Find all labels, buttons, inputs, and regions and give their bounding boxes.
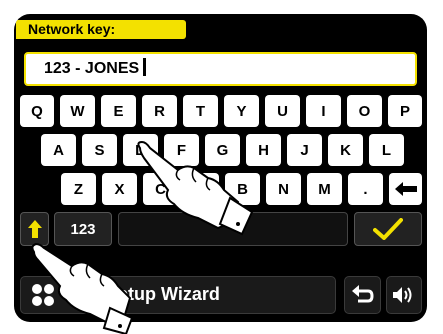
key-label: Z: [73, 180, 84, 198]
pointing-hand-icon: [137, 140, 254, 236]
key-label: P: [399, 102, 410, 120]
key-label: M: [318, 180, 331, 198]
key-i[interactable]: I: [306, 95, 341, 127]
key-o[interactable]: O: [347, 95, 382, 127]
back-icon: [352, 285, 374, 303]
key-label: O: [358, 102, 371, 120]
key-label: S: [94, 141, 105, 159]
backspace-arrow-icon: [394, 182, 417, 196]
network-key-input[interactable]: 123 - JONES: [24, 52, 417, 86]
key-label: X: [114, 180, 125, 198]
key-t[interactable]: T: [183, 95, 218, 127]
key-label: I: [321, 102, 326, 120]
key-n[interactable]: N: [266, 173, 301, 205]
key-s[interactable]: S: [82, 134, 117, 166]
key-m[interactable]: M: [307, 173, 342, 205]
page-title: Network key:: [16, 20, 186, 39]
input-value: 123 - JONES: [44, 60, 140, 77]
key-label: R: [154, 102, 165, 120]
key-label: K: [340, 141, 351, 159]
text-cursor: [143, 58, 147, 76]
key-z[interactable]: Z: [61, 173, 96, 205]
key-label: T: [195, 102, 206, 120]
key-q[interactable]: Q: [20, 95, 54, 127]
key-w[interactable]: W: [60, 95, 95, 127]
key-label: W: [70, 102, 85, 120]
key-r[interactable]: R: [142, 95, 177, 127]
key-l[interactable]: L: [369, 134, 404, 166]
mode-label: 123: [70, 220, 96, 238]
key-a[interactable]: A: [41, 134, 76, 166]
key-label: E: [113, 102, 124, 120]
volume-icon: [393, 287, 412, 303]
key-period[interactable]: .: [348, 173, 383, 205]
key-label: L: [381, 141, 392, 159]
key-label: Q: [31, 102, 43, 120]
shift-up-arrow-icon: [27, 220, 42, 238]
key-label: J: [300, 141, 309, 159]
key-label: Y: [236, 102, 247, 120]
key-label: A: [53, 141, 64, 159]
key-label: U: [277, 102, 288, 120]
confirm-button[interactable]: [354, 212, 422, 246]
confirm-check-icon: [373, 218, 403, 240]
key-e[interactable]: E: [101, 95, 136, 127]
backspace-button[interactable]: [389, 173, 422, 205]
pointing-hand-icon: [31, 242, 134, 334]
key-label: H: [258, 141, 269, 159]
key-k[interactable]: K: [328, 134, 363, 166]
key-j[interactable]: J: [287, 134, 322, 166]
key-u[interactable]: U: [265, 95, 300, 127]
key-label: N: [278, 180, 289, 198]
key-x[interactable]: X: [102, 173, 137, 205]
key-label: .: [363, 180, 368, 198]
key-y[interactable]: Y: [224, 95, 259, 127]
key-p[interactable]: P: [388, 95, 422, 127]
